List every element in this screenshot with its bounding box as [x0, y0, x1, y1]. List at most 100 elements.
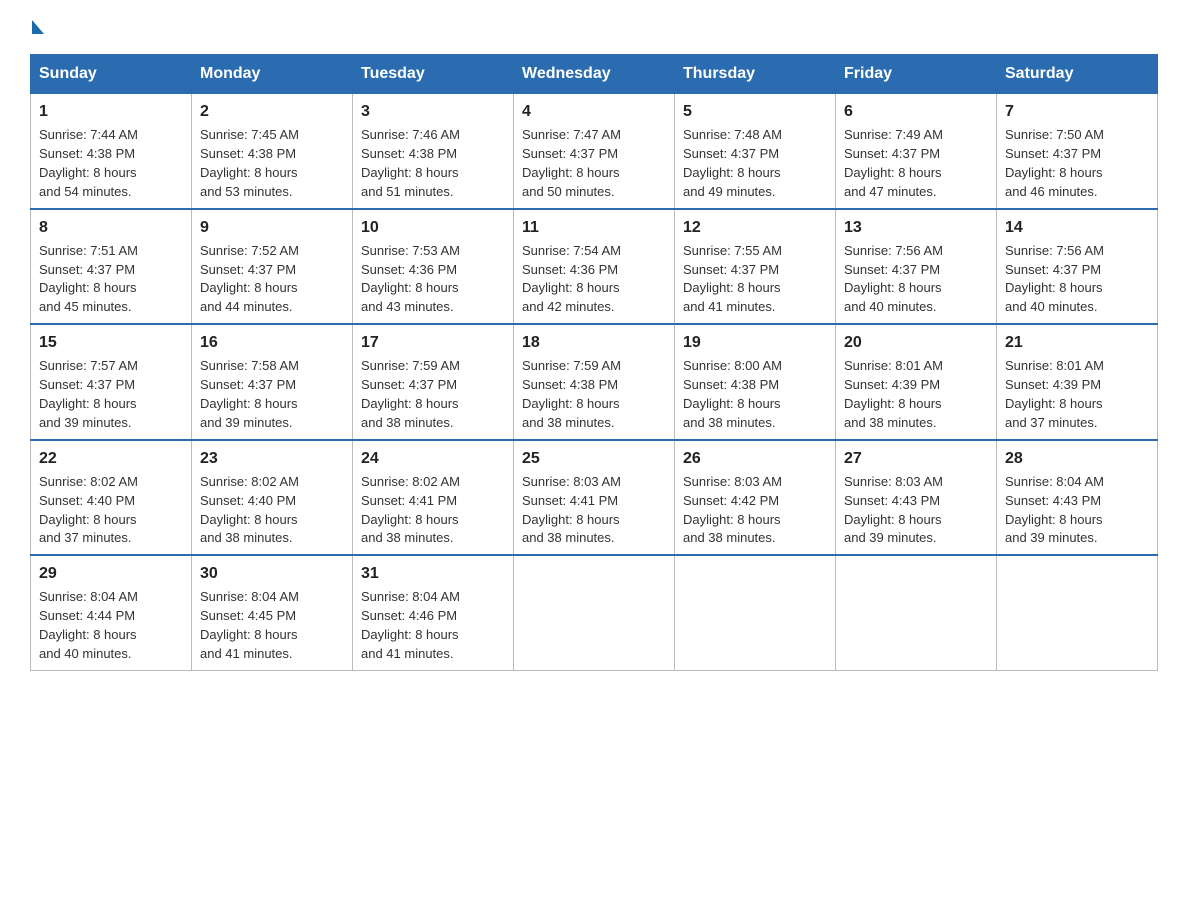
day-number: 9 — [200, 216, 344, 239]
calendar-day-cell — [675, 555, 836, 670]
calendar-day-cell: 25 Sunrise: 8:03 AMSunset: 4:41 PMDayligh… — [514, 440, 675, 556]
calendar-week-row: 8 Sunrise: 7:51 AMSunset: 4:37 PMDaylight… — [31, 209, 1158, 325]
col-header-friday: Friday — [836, 55, 997, 94]
day-number: 27 — [844, 447, 988, 470]
day-number: 10 — [361, 216, 505, 239]
day-number: 16 — [200, 331, 344, 354]
day-info: Sunrise: 7:56 AMSunset: 4:37 PMDaylight:… — [844, 242, 988, 317]
day-info: Sunrise: 7:49 AMSunset: 4:37 PMDaylight:… — [844, 126, 988, 201]
day-info: Sunrise: 7:56 AMSunset: 4:37 PMDaylight:… — [1005, 242, 1149, 317]
calendar-week-row: 29 Sunrise: 8:04 AMSunset: 4:44 PMDayligh… — [31, 555, 1158, 670]
day-number: 3 — [361, 100, 505, 123]
calendar-week-row: 1Sunrise: 7:44 AMSunset: 4:38 PMDaylight… — [31, 94, 1158, 209]
day-info: Sunrise: 8:04 AMSunset: 4:43 PMDaylight:… — [1005, 473, 1149, 548]
day-number: 28 — [1005, 447, 1149, 470]
calendar-day-cell: 7 Sunrise: 7:50 AMSunset: 4:37 PMDaylight… — [997, 94, 1158, 209]
day-number: 22 — [39, 447, 183, 470]
logo-blue-part — [30, 20, 44, 40]
day-number: 2 — [200, 100, 344, 123]
calendar-week-row: 15Sunrise: 7:57 AMSunset: 4:37 PMDayligh… — [31, 324, 1158, 440]
calendar-day-cell: 30Sunrise: 8:04 AMSunset: 4:45 PMDayligh… — [192, 555, 353, 670]
calendar-day-cell: 9 Sunrise: 7:52 AMSunset: 4:37 PMDaylight… — [192, 209, 353, 325]
day-number: 19 — [683, 331, 827, 354]
calendar-day-cell: 29 Sunrise: 8:04 AMSunset: 4:44 PMDayligh… — [31, 555, 192, 670]
calendar-day-cell: 28 Sunrise: 8:04 AMSunset: 4:43 PMDayligh… — [997, 440, 1158, 556]
calendar-day-cell: 17 Sunrise: 7:59 AMSunset: 4:37 PMDayligh… — [353, 324, 514, 440]
calendar-day-cell: 15Sunrise: 7:57 AMSunset: 4:37 PMDayligh… — [31, 324, 192, 440]
day-info: Sunrise: 8:01 AMSunset: 4:39 PMDaylight:… — [844, 357, 988, 432]
day-info: Sunrise: 7:51 AMSunset: 4:37 PMDaylight:… — [39, 242, 183, 317]
day-number: 31 — [361, 562, 505, 585]
day-number: 18 — [522, 331, 666, 354]
day-number: 7 — [1005, 100, 1149, 123]
col-header-sunday: Sunday — [31, 55, 192, 94]
calendar-day-cell: 12Sunrise: 7:55 AMSunset: 4:37 PMDayligh… — [675, 209, 836, 325]
day-info: Sunrise: 8:02 AMSunset: 4:41 PMDaylight:… — [361, 473, 505, 548]
day-number: 8 — [39, 216, 183, 239]
calendar-day-cell: 26Sunrise: 8:03 AMSunset: 4:42 PMDayligh… — [675, 440, 836, 556]
day-number: 21 — [1005, 331, 1149, 354]
day-info: Sunrise: 8:02 AMSunset: 4:40 PMDaylight:… — [39, 473, 183, 548]
day-number: 24 — [361, 447, 505, 470]
day-info: Sunrise: 8:04 AMSunset: 4:46 PMDaylight:… — [361, 588, 505, 663]
col-header-saturday: Saturday — [997, 55, 1158, 94]
col-header-thursday: Thursday — [675, 55, 836, 94]
day-number: 1 — [39, 100, 183, 123]
calendar-day-cell: 2 Sunrise: 7:45 AMSunset: 4:38 PMDaylight… — [192, 94, 353, 209]
day-number: 12 — [683, 216, 827, 239]
day-info: Sunrise: 7:59 AMSunset: 4:37 PMDaylight:… — [361, 357, 505, 432]
page-header — [30, 20, 1158, 36]
day-info: Sunrise: 7:47 AMSunset: 4:37 PMDaylight:… — [522, 126, 666, 201]
col-header-monday: Monday — [192, 55, 353, 94]
day-info: Sunrise: 7:58 AMSunset: 4:37 PMDaylight:… — [200, 357, 344, 432]
calendar-day-cell: 19 Sunrise: 8:00 AMSunset: 4:38 PMDayligh… — [675, 324, 836, 440]
calendar-day-cell: 20 Sunrise: 8:01 AMSunset: 4:39 PMDayligh… — [836, 324, 997, 440]
calendar-day-cell — [514, 555, 675, 670]
day-info: Sunrise: 8:04 AMSunset: 4:44 PMDaylight:… — [39, 588, 183, 663]
day-number: 15 — [39, 331, 183, 354]
day-info: Sunrise: 7:45 AMSunset: 4:38 PMDaylight:… — [200, 126, 344, 201]
calendar-day-cell: 13 Sunrise: 7:56 AMSunset: 4:37 PMDayligh… — [836, 209, 997, 325]
day-info: Sunrise: 8:02 AMSunset: 4:40 PMDaylight:… — [200, 473, 344, 548]
calendar-day-cell — [836, 555, 997, 670]
col-header-wednesday: Wednesday — [514, 55, 675, 94]
day-info: Sunrise: 7:52 AMSunset: 4:37 PMDaylight:… — [200, 242, 344, 317]
calendar-day-cell: 22 Sunrise: 8:02 AMSunset: 4:40 PMDayligh… — [31, 440, 192, 556]
calendar-day-cell: 4Sunrise: 7:47 AMSunset: 4:37 PMDaylight… — [514, 94, 675, 209]
calendar-day-cell: 24 Sunrise: 8:02 AMSunset: 4:41 PMDayligh… — [353, 440, 514, 556]
calendar-day-cell: 16 Sunrise: 7:58 AMSunset: 4:37 PMDayligh… — [192, 324, 353, 440]
calendar-day-cell: 8 Sunrise: 7:51 AMSunset: 4:37 PMDaylight… — [31, 209, 192, 325]
logo-triangle-icon — [32, 20, 44, 34]
calendar-day-cell: 11 Sunrise: 7:54 AMSunset: 4:36 PMDayligh… — [514, 209, 675, 325]
day-number: 5 — [683, 100, 827, 123]
day-info: Sunrise: 8:03 AMSunset: 4:41 PMDaylight:… — [522, 473, 666, 548]
day-number: 11 — [522, 216, 666, 239]
calendar-day-cell — [997, 555, 1158, 670]
day-number: 14 — [1005, 216, 1149, 239]
day-info: Sunrise: 8:04 AMSunset: 4:45 PMDaylight:… — [200, 588, 344, 663]
calendar-week-row: 22 Sunrise: 8:02 AMSunset: 4:40 PMDayligh… — [31, 440, 1158, 556]
calendar-day-cell: 5 Sunrise: 7:48 AMSunset: 4:37 PMDaylight… — [675, 94, 836, 209]
calendar-day-cell: 10Sunrise: 7:53 AMSunset: 4:36 PMDayligh… — [353, 209, 514, 325]
day-number: 25 — [522, 447, 666, 470]
day-number: 13 — [844, 216, 988, 239]
day-number: 26 — [683, 447, 827, 470]
day-number: 17 — [361, 331, 505, 354]
day-info: Sunrise: 7:54 AMSunset: 4:36 PMDaylight:… — [522, 242, 666, 317]
day-number: 29 — [39, 562, 183, 585]
day-info: Sunrise: 7:59 AMSunset: 4:38 PMDaylight:… — [522, 357, 666, 432]
calendar-header-row: SundayMondayTuesdayWednesdayThursdayFrid… — [31, 55, 1158, 94]
day-info: Sunrise: 7:50 AMSunset: 4:37 PMDaylight:… — [1005, 126, 1149, 201]
calendar-day-cell: 6Sunrise: 7:49 AMSunset: 4:37 PMDaylight… — [836, 94, 997, 209]
calendar-day-cell: 23Sunrise: 8:02 AMSunset: 4:40 PMDayligh… — [192, 440, 353, 556]
col-header-tuesday: Tuesday — [353, 55, 514, 94]
day-info: Sunrise: 7:48 AMSunset: 4:37 PMDaylight:… — [683, 126, 827, 201]
day-info: Sunrise: 8:00 AMSunset: 4:38 PMDaylight:… — [683, 357, 827, 432]
day-info: Sunrise: 8:03 AMSunset: 4:43 PMDaylight:… — [844, 473, 988, 548]
day-number: 20 — [844, 331, 988, 354]
calendar-table: SundayMondayTuesdayWednesdayThursdayFrid… — [30, 54, 1158, 671]
calendar-day-cell: 31 Sunrise: 8:04 AMSunset: 4:46 PMDayligh… — [353, 555, 514, 670]
logo — [30, 20, 44, 36]
calendar-day-cell: 21 Sunrise: 8:01 AMSunset: 4:39 PMDayligh… — [997, 324, 1158, 440]
day-info: Sunrise: 8:01 AMSunset: 4:39 PMDaylight:… — [1005, 357, 1149, 432]
